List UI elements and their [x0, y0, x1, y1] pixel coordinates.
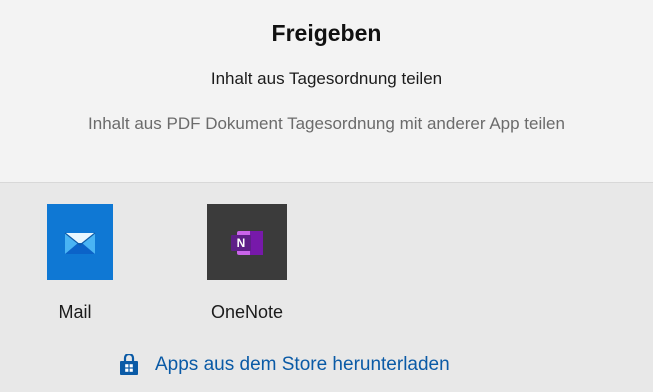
- app-label-onenote: OneNote: [210, 302, 284, 322]
- mail-icon: [47, 204, 113, 280]
- share-header: Freigeben Inhalt aus Tagesordnung teilen…: [0, 0, 653, 182]
- dialog-subtitle: Inhalt aus Tagesordnung teilen: [210, 69, 443, 88]
- dialog-title: Freigeben: [271, 20, 382, 46]
- dialog-description: Inhalt aus PDF Dokument Tagesordnung mit…: [88, 114, 565, 133]
- onenote-icon: N: [207, 204, 287, 280]
- store-bag-icon: [118, 352, 140, 376]
- share-dialog: Freigeben Inhalt aus Tagesordnung teilen…: [0, 0, 653, 392]
- share-target-list: Mail N OneNote: [0, 183, 653, 340]
- store-footer: Apps aus dem Store herunterladen: [0, 340, 653, 392]
- svg-text:N: N: [237, 236, 246, 250]
- share-target-mail[interactable]: Mail: [25, 204, 125, 334]
- app-label-mail: Mail: [58, 302, 92, 322]
- store-link-label: Apps aus dem Store herunterladen: [155, 354, 450, 375]
- share-target-onenote[interactable]: N OneNote: [183, 204, 287, 334]
- store-link[interactable]: Apps aus dem Store herunterladen: [118, 350, 450, 380]
